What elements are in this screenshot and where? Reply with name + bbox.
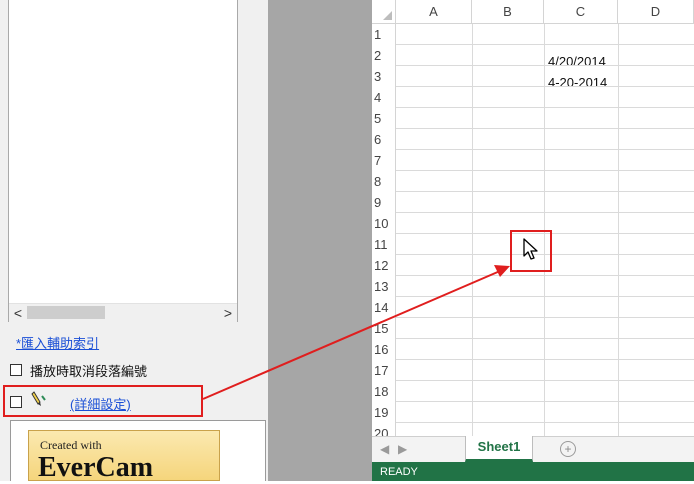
row-header-4[interactable]: 4 xyxy=(372,87,396,108)
corner-select-icon xyxy=(383,11,392,20)
gridline-row xyxy=(396,317,694,318)
add-sheet-icon[interactable]: + xyxy=(560,441,576,457)
row-header-16[interactable]: 16 xyxy=(372,339,396,360)
row-header-5[interactable]: 5 xyxy=(372,108,396,129)
gridline-row xyxy=(396,107,694,108)
gridline-row xyxy=(396,170,694,171)
row-header-15[interactable]: 15 xyxy=(372,318,396,339)
gridline-row xyxy=(396,338,694,339)
gridline-row xyxy=(396,359,694,360)
scroll-right-arrow-icon[interactable]: > xyxy=(219,304,237,322)
gridline-row xyxy=(396,275,694,276)
row-header-14[interactable]: 14 xyxy=(372,297,396,318)
gridline-column xyxy=(472,24,473,436)
gridline-row xyxy=(396,191,694,192)
gridline-row xyxy=(396,401,694,402)
horizontal-scrollbar[interactable]: < > xyxy=(9,303,237,322)
cell-c2[interactable]: 4/20/2014 xyxy=(548,54,606,69)
sheet-tab-bar xyxy=(372,436,694,462)
annotation-highlight-box xyxy=(3,385,203,417)
gridline-row xyxy=(396,128,694,129)
column-header-c[interactable]: C xyxy=(544,0,618,24)
row-header-7[interactable]: 7 xyxy=(372,150,396,171)
column-header-a[interactable]: A xyxy=(396,0,472,24)
row-header-19[interactable]: 19 xyxy=(372,402,396,423)
scroll-thumb[interactable] xyxy=(27,306,105,319)
watermark-logo-text: EverCam xyxy=(38,452,154,483)
column-header-b[interactable]: B xyxy=(472,0,544,24)
row-header-8[interactable]: 8 xyxy=(372,171,396,192)
cancel-numbering-label: 播放時取消段落編號 xyxy=(30,364,148,379)
select-all-corner[interactable] xyxy=(372,0,396,24)
gridline-row xyxy=(396,86,694,87)
cancel-numbering-checkbox[interactable] xyxy=(10,364,22,376)
status-bar xyxy=(372,462,694,481)
row-header-11[interactable]: 11 xyxy=(372,234,396,255)
gridline-row xyxy=(396,212,694,213)
mouse-cursor-icon xyxy=(523,238,538,260)
gridline-row xyxy=(396,422,694,423)
tab-sheet1[interactable]: Sheet1 xyxy=(465,436,533,462)
row-header-9[interactable]: 9 xyxy=(372,192,396,213)
scroll-left-arrow-icon[interactable]: < xyxy=(9,304,27,322)
row-header-2[interactable]: 2 xyxy=(372,45,396,66)
row-header-10[interactable]: 10 xyxy=(372,213,396,234)
sheet-nav-next-icon[interactable]: ▶ xyxy=(398,442,407,456)
status-text: READY xyxy=(380,466,418,478)
sheet-nav-prev-icon[interactable]: ◀ xyxy=(380,442,389,456)
import-index-link[interactable]: *匯入輔助索引 xyxy=(16,333,99,352)
row-header-13[interactable]: 13 xyxy=(372,276,396,297)
row-header-1[interactable]: 1 xyxy=(372,24,396,45)
row-header-6[interactable]: 6 xyxy=(372,129,396,150)
row-header-3[interactable]: 3 xyxy=(372,66,396,87)
row-header-12[interactable]: 12 xyxy=(372,255,396,276)
window-gap xyxy=(268,0,372,481)
cell-c3[interactable]: 4-20-2014 xyxy=(548,75,607,90)
watermark-caption: Created with xyxy=(40,438,102,452)
row-header-18[interactable]: 18 xyxy=(372,381,396,402)
gridline-row xyxy=(396,149,694,150)
gridline-row xyxy=(396,65,694,66)
gridline-row xyxy=(396,380,694,381)
gridline-row xyxy=(396,44,694,45)
index-list-box[interactable] xyxy=(8,0,238,322)
gridline-column xyxy=(618,24,619,436)
gridline-row xyxy=(396,296,694,297)
column-header-d[interactable]: D xyxy=(618,0,694,24)
row-header-17[interactable]: 17 xyxy=(372,360,396,381)
